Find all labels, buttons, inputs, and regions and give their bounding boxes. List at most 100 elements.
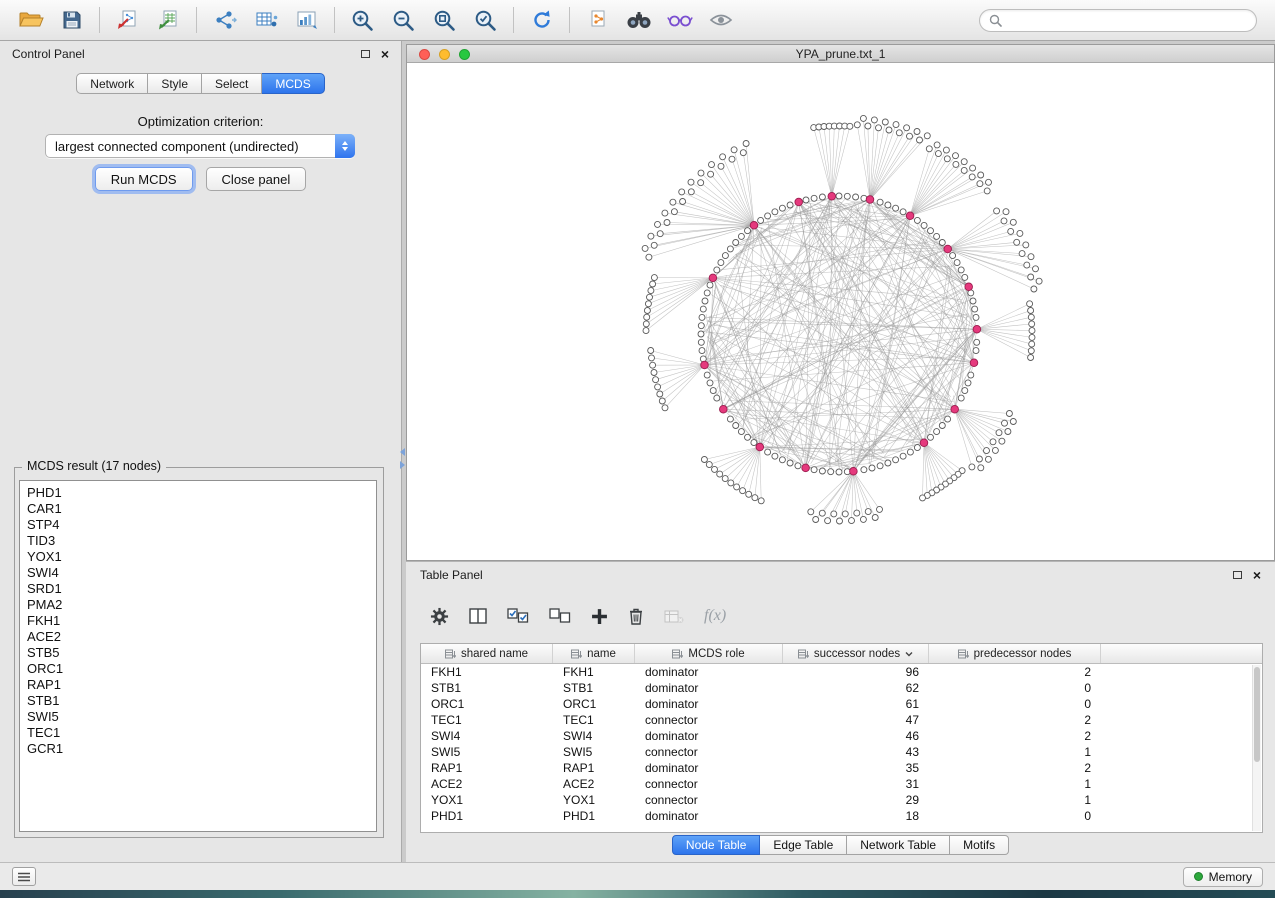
collapse-left-icon[interactable] [400,448,405,456]
table-row[interactable]: TEC1TEC1connector472 [421,712,1262,728]
save-button[interactable] [51,4,92,36]
table-row[interactable]: ACE2ACE2connector311 [421,776,1262,792]
hide-selected-button[interactable] [659,4,700,36]
tab-motifs[interactable]: Motifs [950,835,1009,855]
result-node-item[interactable]: FKH1 [20,613,376,629]
result-node-item[interactable]: TEC1 [20,725,376,741]
search-field[interactable] [979,9,1257,32]
result-node-item[interactable]: STB5 [20,645,376,661]
column-header-name[interactable]: name [553,644,635,663]
table-toolbar: f(x) [430,602,726,630]
glasses-icon [667,12,693,28]
cell-mcds_role: connector [635,713,783,727]
import-table-button[interactable] [148,4,189,36]
search-network-button[interactable] [618,4,659,36]
control-tabs: NetworkStyleSelectMCDS [0,73,401,94]
result-node-item[interactable]: STP4 [20,517,376,533]
export-table-icon [254,10,278,30]
apply-function-button[interactable]: f(x) [704,607,726,625]
column-header-mcds_role[interactable]: MCDS role [635,644,783,663]
show-columns-button[interactable] [469,608,487,624]
tab-network-table[interactable]: Network Table [847,835,950,855]
table-row[interactable]: STB1STB1dominator620 [421,680,1262,696]
zoom-in-icon [351,9,374,32]
cell-predecessor_nodes: 2 [929,665,1101,679]
close-panel-button[interactable]: Close panel [206,167,307,191]
task-history-button[interactable] [12,867,36,886]
refresh-button[interactable] [521,4,562,36]
float-table-panel-icon[interactable] [1233,571,1242,579]
table-settings-button[interactable] [430,607,449,626]
tab-select[interactable]: Select [202,73,262,94]
cell-mcds_role: connector [635,777,783,791]
close-table-panel-icon[interactable]: × [1253,568,1261,582]
table-row[interactable]: PHD1PHD1dominator180 [421,808,1262,824]
table-row[interactable]: SWI5SWI5connector431 [421,744,1262,760]
deselect-all-button[interactable] [549,608,571,624]
collapse-right-icon[interactable] [400,461,405,469]
export-network-button[interactable] [204,4,245,36]
close-panel-icon[interactable]: × [381,47,389,61]
tab-edge-table[interactable]: Edge Table [760,835,847,855]
result-node-item[interactable]: TID3 [20,533,376,549]
toolbar-separator [569,7,570,33]
result-node-item[interactable]: GCR1 [20,741,376,757]
run-mcds-button[interactable]: Run MCDS [95,167,193,191]
network-window-titlebar[interactable]: YPA_prune.txt_1 [407,45,1274,63]
column-header-successor_nodes[interactable]: successor nodes [783,644,929,663]
table-row[interactable]: ORC1ORC1dominator610 [421,696,1262,712]
network-graph-svg[interactable] [407,64,1274,561]
column-header-shared_name[interactable]: shared name [421,644,553,663]
result-node-item[interactable]: RAP1 [20,677,376,693]
clear-table-button[interactable] [664,609,684,624]
result-node-item[interactable]: SWI4 [20,565,376,581]
table-row[interactable]: SWI4SWI4dominator462 [421,728,1262,744]
result-node-item[interactable]: STB1 [20,693,376,709]
memory-button[interactable]: Memory [1183,867,1263,887]
scrollbar-thumb[interactable] [1254,667,1260,762]
result-node-item[interactable]: SWI5 [20,709,376,725]
result-node-item[interactable]: PMA2 [20,597,376,613]
memory-label: Memory [1209,870,1252,884]
cell-name: SWI4 [553,729,635,743]
clear-table-icon [664,609,684,624]
network-canvas[interactable] [407,64,1274,560]
criterion-select[interactable]: largest connected component (undirected) [45,134,355,158]
table-scrollbar[interactable] [1252,665,1261,831]
open-file-button[interactable] [10,4,51,36]
result-node-item[interactable]: PHD1 [20,485,376,501]
search-input[interactable] [1008,12,1247,28]
zoom-in-button[interactable] [342,4,383,36]
cell-successor_nodes: 62 [783,681,929,695]
show-all-button[interactable] [700,4,741,36]
zoom-selected-button[interactable] [465,4,506,36]
delete-rows-button[interactable] [628,607,644,625]
import-network-button[interactable] [107,4,148,36]
zoom-out-button[interactable] [383,4,424,36]
share-document-button[interactable] [577,4,618,36]
tab-mcds[interactable]: MCDS [262,73,324,94]
add-row-button[interactable] [591,608,608,625]
result-node-item[interactable]: ORC1 [20,661,376,677]
network-window: YPA_prune.txt_1 [406,44,1275,561]
result-node-item[interactable]: CAR1 [20,501,376,517]
zoom-fit-icon [433,9,456,32]
tab-network[interactable]: Network [76,73,148,94]
cell-name: FKH1 [553,665,635,679]
zoom-fit-button[interactable] [424,4,465,36]
result-node-item[interactable]: YOX1 [20,549,376,565]
tab-style[interactable]: Style [148,73,202,94]
result-node-item[interactable]: ACE2 [20,629,376,645]
column-header-predecessor_nodes[interactable]: predecessor nodes [929,644,1101,663]
export-table-button[interactable] [245,4,286,36]
float-panel-icon[interactable] [361,50,370,58]
table-row[interactable]: FKH1FKH1dominator962 [421,664,1262,680]
table-row[interactable]: RAP1RAP1dominator352 [421,760,1262,776]
cell-successor_nodes: 18 [783,809,929,823]
select-all-button[interactable] [507,608,529,624]
tab-node-table[interactable]: Node Table [672,835,761,855]
cell-name: SWI5 [553,745,635,759]
export-image-button[interactable] [286,4,327,36]
table-row[interactable]: YOX1YOX1connector291 [421,792,1262,808]
result-node-item[interactable]: SRD1 [20,581,376,597]
